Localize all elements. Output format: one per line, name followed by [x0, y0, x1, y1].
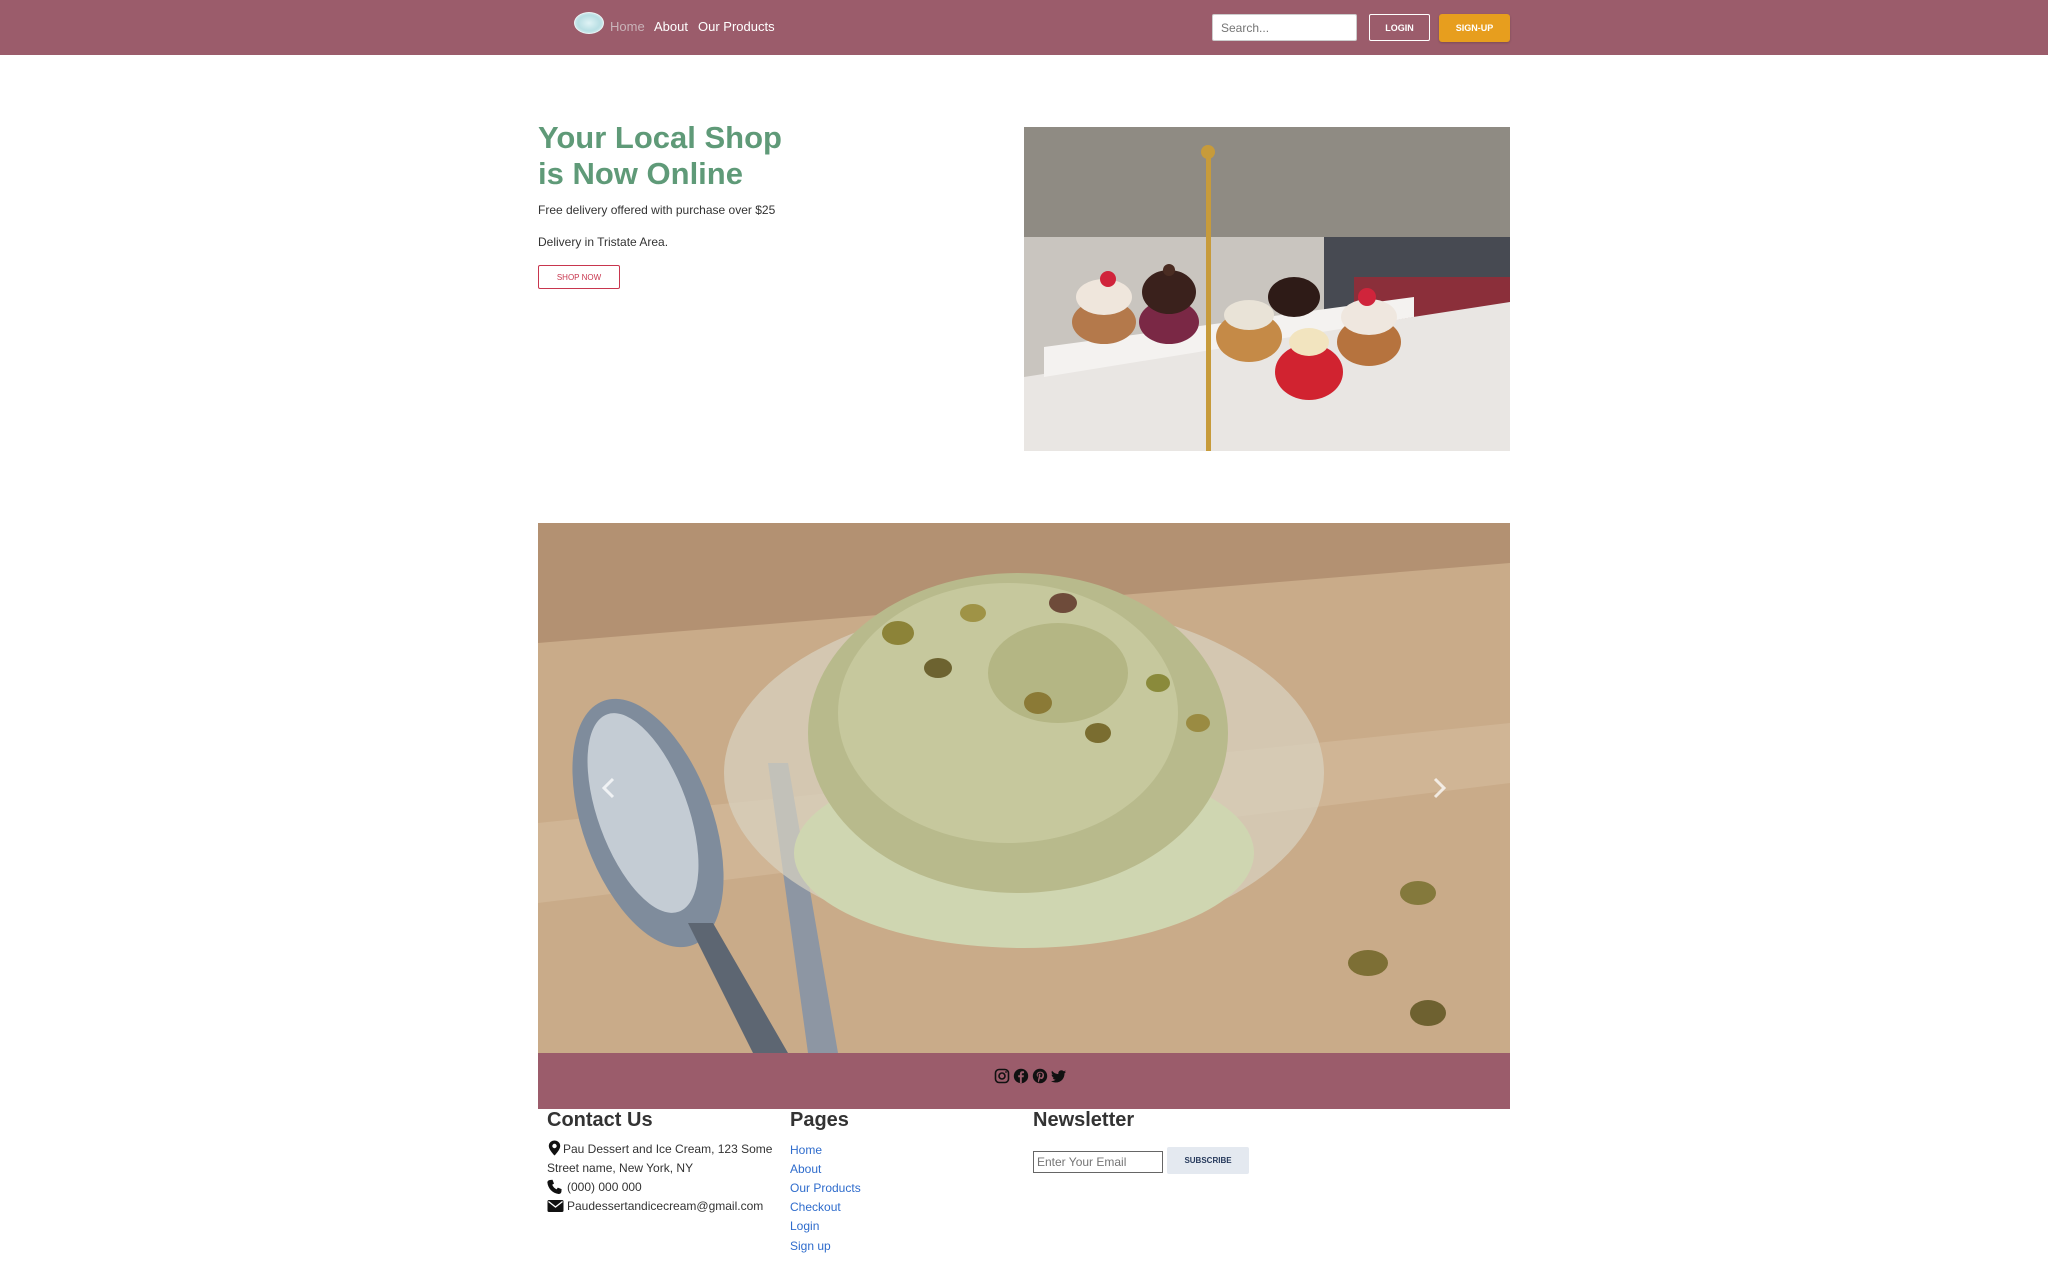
chevron-left-icon [601, 777, 615, 799]
social-bar [538, 1053, 1510, 1109]
footer-link-checkout[interactable]: Checkout [790, 1200, 841, 1214]
twitter-icon[interactable] [1051, 1068, 1067, 1084]
contact-heading: Contact Us [547, 1109, 653, 1131]
social-icons [994, 1068, 1067, 1084]
logo[interactable] [574, 12, 604, 34]
footer-link-our-products[interactable]: Our Products [790, 1181, 861, 1195]
contact-phone: (000) 000 000 [567, 1180, 642, 1194]
pages-heading: Pages [790, 1109, 849, 1131]
contact-address-line1: Pau Dessert and Ice Cream, 123 Some [563, 1142, 773, 1156]
carousel-prev-arrow[interactable] [594, 773, 624, 803]
hero-title: Your Local Shop is Now Online [538, 120, 838, 192]
newsletter-email-input[interactable] [1033, 1151, 1163, 1173]
navbar: Home About Our Products LOGIN SIGN-UP [0, 0, 2048, 55]
carousel [538, 523, 1510, 1053]
newsletter-heading: Newsletter [1033, 1109, 1135, 1131]
chevron-right-icon [1433, 777, 1447, 799]
hero-title-line2: is Now Online [538, 156, 743, 191]
envelope-icon [547, 1200, 564, 1212]
nav-home[interactable]: Home [610, 19, 645, 34]
nav-our-products[interactable]: Our Products [698, 19, 775, 34]
map-marker-icon [548, 1140, 561, 1156]
carousel-image-ice-cream [538, 523, 1510, 1053]
nav-about[interactable]: About [654, 19, 688, 34]
hero-delivery-offer: Free delivery offered with purchase over… [538, 203, 776, 217]
pinterest-icon[interactable] [1032, 1068, 1048, 1084]
subscribe-button[interactable]: SUBSCRIBE [1167, 1147, 1249, 1174]
contact-address-line2: Street name, New York, NY [547, 1161, 694, 1175]
hero-image-pastries [1024, 127, 1510, 451]
login-button[interactable]: LOGIN [1369, 14, 1430, 41]
instagram-icon[interactable] [994, 1068, 1010, 1084]
phone-icon [547, 1179, 562, 1195]
footer-link-login[interactable]: Login [790, 1219, 819, 1233]
signup-button[interactable]: SIGN-UP [1439, 14, 1510, 42]
facebook-icon[interactable] [1013, 1068, 1029, 1084]
footer-link-home[interactable]: Home [790, 1143, 822, 1157]
search-input[interactable] [1212, 14, 1357, 41]
carousel-next-arrow[interactable] [1424, 773, 1454, 803]
footer-link-about[interactable]: About [790, 1162, 821, 1176]
hero-title-line1: Your Local Shop [538, 120, 782, 155]
contact-email: Paudessertandicecream@gmail.com [567, 1199, 764, 1213]
shop-now-button[interactable]: SHOP NOW [538, 265, 620, 289]
hero-delivery-area: Delivery in Tristate Area. [538, 235, 669, 249]
footer-link-sign-up[interactable]: Sign up [790, 1239, 831, 1253]
